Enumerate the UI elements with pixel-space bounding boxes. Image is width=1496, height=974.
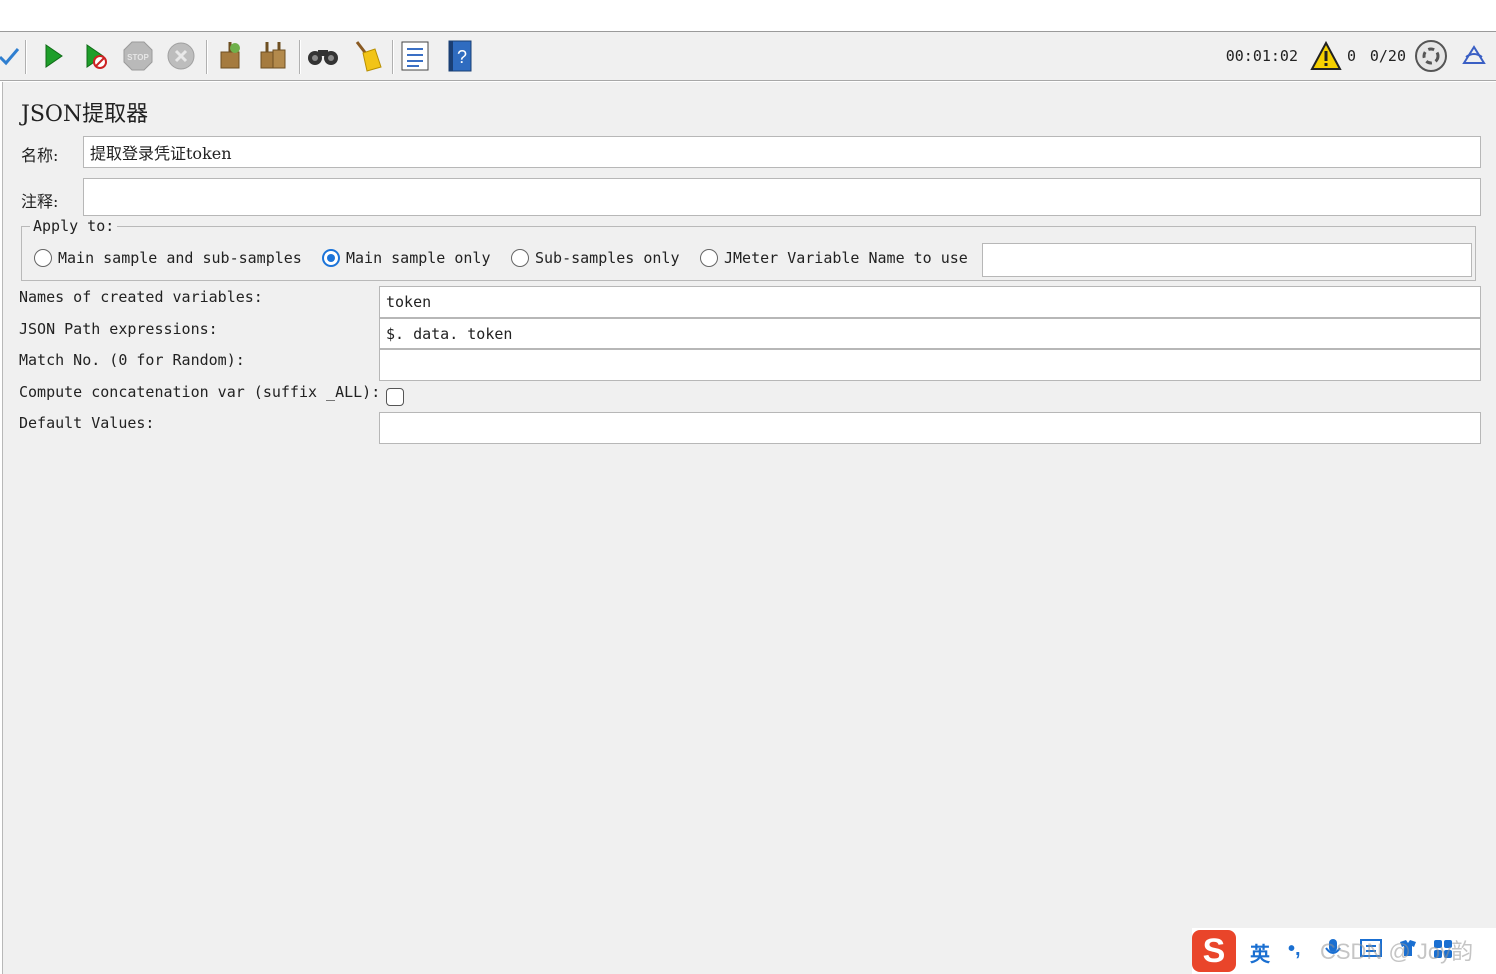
toolbar-separator	[299, 40, 301, 74]
apply-to-legend: Apply to:	[30, 217, 118, 235]
toggle-icon[interactable]	[0, 38, 26, 74]
names-label: Names of created variables:	[19, 288, 263, 306]
play-icon	[45, 44, 63, 68]
window-top-strip	[0, 0, 1496, 32]
help-button[interactable]: ?	[443, 38, 477, 74]
radio-label: JMeter Variable Name to use	[724, 249, 968, 267]
radio-button[interactable]	[700, 249, 718, 267]
start-button[interactable]	[36, 38, 70, 74]
radio-button-selected[interactable]	[322, 249, 340, 267]
jmeter-variable-field[interactable]	[982, 243, 1472, 277]
stop-icon: STOP	[123, 41, 153, 71]
log-viewer-icon[interactable]	[1460, 32, 1488, 80]
page-title: JSON提取器	[21, 102, 149, 127]
radio-button[interactable]	[34, 249, 52, 267]
comment-label: 注释:	[21, 192, 59, 211]
warning-icon[interactable]	[1310, 32, 1342, 80]
broom-gear-icon	[220, 42, 240, 69]
concat-label: Compute concatenation var (suffix _ALL):	[19, 383, 381, 401]
match-no-label: Match No. (0 for Random):	[19, 351, 245, 369]
apply-to-group: Apply to: Main sample and sub-samples Ma…	[21, 217, 1476, 281]
search-button[interactable]	[306, 38, 340, 74]
broom-all-icon	[260, 42, 286, 69]
radio-main-only[interactable]: Main sample only	[322, 249, 491, 267]
csdn-watermark: CSDN @ Joy韵	[1320, 939, 1474, 964]
json-path-label: JSON Path expressions:	[19, 320, 218, 338]
function-helper-button[interactable]	[398, 38, 432, 74]
comment-field[interactable]	[83, 178, 1481, 216]
stop-button[interactable]: STOP	[121, 38, 155, 74]
reset-search-button[interactable]	[350, 38, 384, 74]
binoculars-icon	[308, 50, 338, 65]
toolbar: STOP ? 00:01:02 0 0/20	[0, 32, 1496, 81]
play-no-timer-icon	[86, 44, 107, 69]
radio-jmeter-variable[interactable]: JMeter Variable Name to use	[700, 249, 968, 267]
radio-label: Main sample and sub-samples	[58, 249, 302, 267]
concat-checkbox[interactable]	[386, 388, 404, 406]
ime-punctuation-toggle[interactable]: •,	[1288, 938, 1301, 961]
radio-label: Sub-samples only	[535, 249, 680, 267]
clear-all-button[interactable]	[256, 38, 290, 74]
ime-language-toggle[interactable]: 英	[1250, 938, 1270, 967]
name-label: 名称:	[21, 146, 59, 165]
json-path-field[interactable]: $. data. token	[379, 318, 1481, 349]
names-field[interactable]: token	[379, 286, 1481, 318]
radio-sub-only[interactable]: Sub-samples only	[511, 249, 680, 267]
sogou-logo[interactable]: S	[1192, 930, 1236, 972]
default-values-field[interactable]	[379, 412, 1481, 444]
toolbar-separator	[392, 40, 394, 74]
shutdown-icon	[167, 42, 195, 70]
svg-text:?: ?	[457, 47, 467, 67]
help-book-icon: ?	[448, 40, 472, 72]
radio-main-and-sub[interactable]: Main sample and sub-samples	[34, 249, 302, 267]
start-no-pauses-button[interactable]	[78, 38, 112, 74]
toolbar-separator	[25, 40, 27, 74]
running-status-icon	[1414, 32, 1448, 80]
svg-text:STOP: STOP	[127, 53, 149, 62]
name-field[interactable]: 提取登录凭证token	[83, 136, 1481, 168]
radio-label: Main sample only	[346, 249, 491, 267]
toolbar-separator	[206, 40, 208, 74]
active-threads: 0/20	[1369, 47, 1406, 65]
clear-button[interactable]	[213, 38, 247, 74]
elapsed-timer: 00:01:02	[1225, 47, 1298, 65]
radio-button[interactable]	[511, 249, 529, 267]
json-extractor-panel: JSON提取器 名称: 提取登录凭证token 注释: Apply to: Ma…	[2, 82, 1496, 974]
shutdown-button[interactable]	[164, 38, 198, 74]
default-values-label: Default Values:	[19, 414, 155, 432]
warning-count: 0	[1346, 47, 1356, 65]
match-no-field[interactable]	[379, 349, 1481, 381]
list-icon	[401, 41, 429, 71]
broom-icon	[355, 41, 382, 72]
